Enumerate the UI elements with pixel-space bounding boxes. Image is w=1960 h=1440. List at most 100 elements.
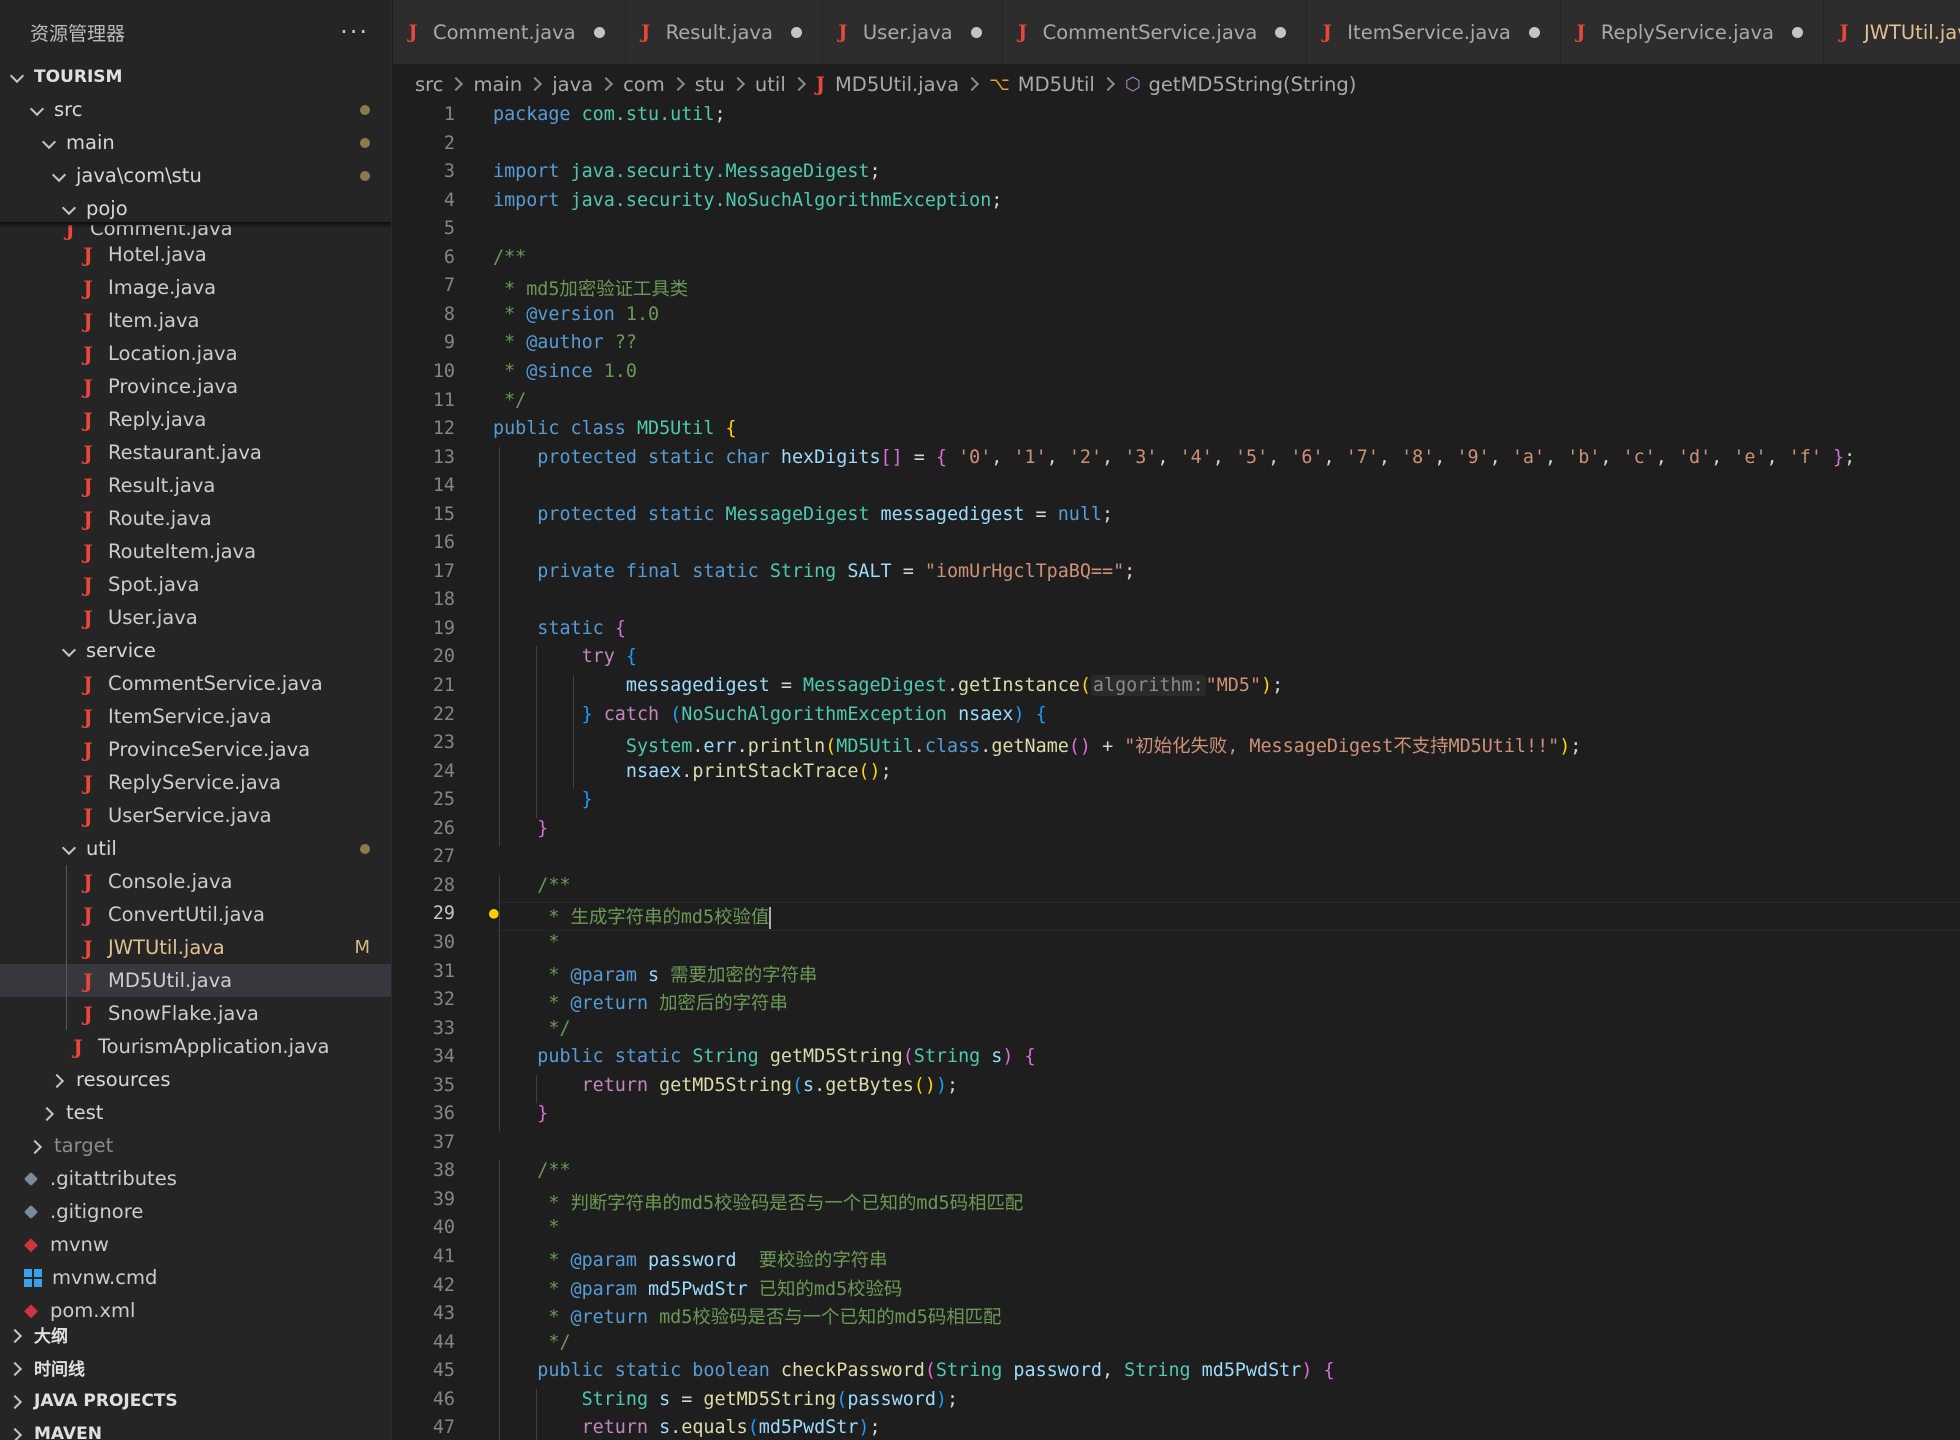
tab-commentservice-java[interactable]: J CommentService.java: [1002, 0, 1308, 64]
tree-item-itemservice-java[interactable]: J ItemService.java: [0, 700, 391, 733]
code-line[interactable]: * @return md5校验码是否与一个已知的md5码相匹配: [493, 1303, 1001, 1329]
code-line[interactable]: messagedigest = MessageDigest.getInstanc…: [493, 675, 1283, 696]
tree-item-item-java[interactable]: J Item.java: [0, 304, 391, 337]
tree-item-replyservice-java[interactable]: J ReplyService.java: [0, 766, 391, 799]
tree-item-util[interactable]: util: [0, 832, 391, 865]
tree-item-main[interactable]: main: [0, 126, 391, 159]
code-line[interactable]: * md5加密验证工具类: [493, 275, 688, 301]
tree-item-pojo[interactable]: pojo: [0, 192, 391, 225]
code-line[interactable]: nsaex.printStackTrace();: [493, 761, 892, 782]
code-line[interactable]: return s.equals(md5PwdStr);: [493, 1417, 881, 1438]
code-line[interactable]: String s = getMD5String(password);: [493, 1389, 959, 1410]
unsaved-dot-icon[interactable]: [1791, 26, 1803, 38]
code-line[interactable]: package com.stu.util;: [493, 104, 726, 125]
breadcrumb-item-main[interactable]: main: [473, 73, 522, 96]
breadcrumb-item-com[interactable]: com: [623, 73, 665, 96]
tree-item-userservice-java[interactable]: J UserService.java: [0, 799, 391, 832]
code-line[interactable]: /**: [493, 247, 526, 268]
tree-item-route-java[interactable]: J Route.java: [0, 502, 391, 535]
code-editor[interactable]: 1 package com.stu.util; 2 3 import java.secu…: [393, 104, 1960, 1440]
tree-item-snowflake-java[interactable]: J SnowFlake.java: [0, 997, 391, 1030]
unsaved-dot-icon[interactable]: [593, 26, 605, 38]
code-line[interactable]: public static boolean checkPassword(Stri…: [493, 1360, 1334, 1381]
breadcrumb-item-util[interactable]: util: [755, 73, 786, 96]
tree-item-tourism[interactable]: TOURISM: [0, 60, 391, 93]
tree-item-province-java[interactable]: J Province.java: [0, 370, 391, 403]
code-line[interactable]: protected static char hexDigits[] = { '0…: [493, 447, 1855, 468]
code-line[interactable]: * @version 1.0: [493, 304, 659, 325]
code-line[interactable]: */: [493, 390, 526, 411]
tree-item-image-java[interactable]: J Image.java: [0, 271, 391, 304]
code-line[interactable]: static {: [493, 618, 626, 639]
code-line[interactable]: try {: [493, 646, 637, 667]
tree-item-jwtutil-java[interactable]: J JWTUtil.java M: [0, 931, 391, 964]
breadcrumb-item-src[interactable]: src: [415, 73, 443, 96]
tree-item-location-java[interactable]: J Location.java: [0, 337, 391, 370]
tab-result-java[interactable]: J Result.java: [625, 0, 823, 64]
unsaved-dot-icon[interactable]: [1528, 26, 1540, 38]
code-line[interactable]: return getMD5String(s.getBytes());: [493, 1075, 959, 1096]
unsaved-dot-icon[interactable]: [790, 26, 802, 38]
code-line[interactable]: protected static MessageDigest messagedi…: [493, 504, 1113, 525]
tree-item-restaurant-java[interactable]: J Restaurant.java: [0, 436, 391, 469]
tree-item-test[interactable]: test: [0, 1096, 391, 1129]
tree-item-item[interactable]: 大纲: [0, 1318, 391, 1351]
code-line[interactable]: * @since 1.0: [493, 361, 637, 382]
tab-comment-java[interactable]: J Comment.java: [393, 0, 626, 64]
tree-item-java-projects[interactable]: JAVA PROJECTS: [0, 1384, 391, 1417]
code-line[interactable]: }: [493, 818, 548, 839]
tree-item-tourismapplication-java[interactable]: J TourismApplication.java: [0, 1030, 391, 1063]
tree-item-reply-java[interactable]: J Reply.java: [0, 403, 391, 436]
code-line[interactable]: * @author ??: [493, 332, 637, 353]
tree-item-java-com-stu[interactable]: java\com\stu: [0, 159, 391, 192]
more-actions-icon[interactable]: ···: [340, 18, 369, 46]
code-line[interactable]: */: [493, 1332, 570, 1353]
code-line[interactable]: *: [493, 932, 559, 953]
code-line[interactable]: public class MD5Util {: [493, 418, 737, 439]
tree-item-resources[interactable]: resources: [0, 1063, 391, 1096]
breadcrumb-file[interactable]: MD5Util.java: [835, 73, 959, 96]
unsaved-dot-icon[interactable]: [970, 26, 982, 38]
tree-item-spot-java[interactable]: J Spot.java: [0, 568, 391, 601]
breadcrumb-method[interactable]: getMD5String(String): [1149, 73, 1357, 96]
code-line[interactable]: /**: [493, 1160, 570, 1181]
code-line[interactable]: private final static String SALT = "iomU…: [493, 561, 1135, 582]
tab-user-java[interactable]: J User.java: [822, 0, 1003, 64]
breadcrumb-item-java[interactable]: java: [552, 73, 593, 96]
code-line[interactable]: * @param s 需要加密的字符串: [493, 961, 817, 987]
code-line[interactable]: } catch (NoSuchAlgorithmException nsaex)…: [493, 704, 1047, 725]
code-line[interactable]: */: [493, 1018, 570, 1039]
code-line[interactable]: *: [493, 1217, 559, 1238]
tree-item-convertutil-java[interactable]: J ConvertUtil.java: [0, 898, 391, 931]
code-line[interactable]: * @param md5PwdStr 已知的md5校验码: [493, 1275, 902, 1301]
code-line[interactable]: * 判断字符串的md5校验码是否与一个已知的md5码相匹配: [493, 1189, 1023, 1215]
tree-item-gitattributes[interactable]: .gitattributes: [0, 1162, 391, 1195]
code-line[interactable]: System.err.println(MD5Util.class.getName…: [493, 732, 1582, 758]
tree-item-service[interactable]: service: [0, 634, 391, 667]
tree-item-hotel-java[interactable]: J Hotel.java: [0, 238, 391, 271]
tab-jwtutil-java[interactable]: JJWTUtil.javaM: [1823, 0, 1960, 64]
code-line[interactable]: * @param password 要校验的字符串: [493, 1246, 887, 1272]
tree-item-result-java[interactable]: J Result.java: [0, 469, 391, 502]
tree-item-provinceservice-java[interactable]: J ProvinceService.java: [0, 733, 391, 766]
tab-replyservice-java[interactable]: J ReplyService.java: [1560, 0, 1824, 64]
code-line[interactable]: }: [493, 1103, 548, 1124]
code-line[interactable]: public static String getMD5String(String…: [493, 1046, 1035, 1067]
tree-item-src[interactable]: src: [0, 93, 391, 126]
tree-item-item[interactable]: 时间线: [0, 1351, 391, 1384]
breadcrumb-item-stu[interactable]: stu: [695, 73, 725, 96]
code-line[interactable]: * @return 加密后的字符串: [493, 989, 787, 1015]
code-line[interactable]: }: [493, 789, 593, 810]
tree-item-routeitem-java[interactable]: J RouteItem.java: [0, 535, 391, 568]
tree-item-maven[interactable]: MAVEN: [0, 1417, 391, 1440]
tree-item-md5util-java[interactable]: J MD5Util.java: [0, 964, 391, 997]
code-line[interactable]: * 生成字符串的md5校验值: [493, 903, 772, 930]
tree-item-mvnw-cmd[interactable]: mvnw.cmd: [0, 1261, 391, 1294]
tree-item-target[interactable]: target: [0, 1129, 391, 1162]
tree-item-gitignore[interactable]: .gitignore: [0, 1195, 391, 1228]
code-line[interactable]: /**: [493, 875, 570, 896]
unsaved-dot-icon[interactable]: [1275, 26, 1287, 38]
breadcrumb-class[interactable]: MD5Util: [1018, 73, 1095, 96]
tab-itemservice-java[interactable]: J ItemService.java: [1307, 0, 1561, 64]
tree-item-mvnw[interactable]: ◆ mvnw: [0, 1228, 391, 1261]
